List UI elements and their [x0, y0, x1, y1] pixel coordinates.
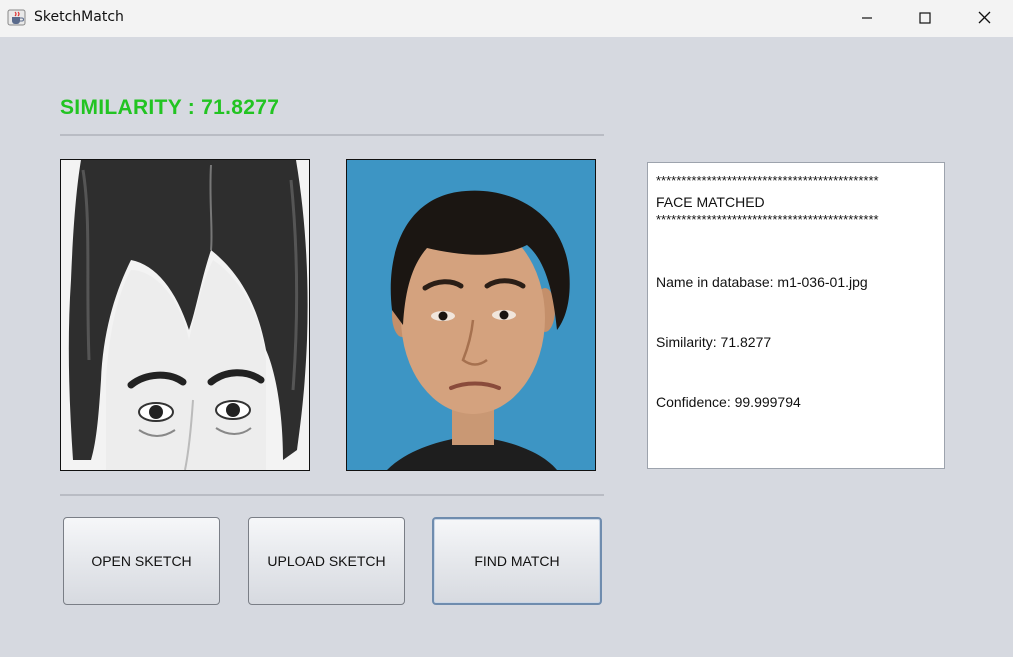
sketch-image — [60, 159, 310, 471]
minimize-icon — [861, 9, 873, 28]
close-icon — [978, 9, 991, 28]
similarity-heading: SIMILARITY : 71.8277 — [60, 96, 280, 119]
maximize-icon — [919, 9, 931, 28]
confidence-line: Confidence: 99.999794 — [656, 394, 801, 410]
close-button[interactable] — [955, 0, 1013, 37]
window-title: SketchMatch — [34, 9, 124, 25]
app-window: SketchMatch SIMILARITY : 71.8277 *******… — [0, 0, 1013, 657]
find-match-button[interactable]: FIND MATCH — [432, 517, 602, 605]
result-separator-top: ****************************************… — [656, 173, 879, 188]
result-panel: ****************************************… — [647, 162, 945, 469]
maximize-button[interactable] — [896, 0, 954, 37]
java-cup-icon — [7, 8, 26, 27]
database-name-line: Name in database: m1-036-01.jpg — [656, 274, 868, 290]
result-separator-bottom: ****************************************… — [656, 212, 879, 227]
minimize-button[interactable] — [838, 0, 896, 37]
match-status: FACE MATCHED — [656, 194, 765, 210]
upload-sketch-button[interactable]: UPLOAD SKETCH — [248, 517, 405, 605]
matched-photo — [346, 159, 596, 471]
title-bar: SketchMatch — [0, 0, 1013, 37]
similarity-line: Similarity: 71.8277 — [656, 334, 772, 350]
open-sketch-button[interactable]: OPEN SKETCH — [63, 517, 220, 605]
top-divider — [60, 134, 604, 136]
bottom-divider — [60, 494, 604, 496]
